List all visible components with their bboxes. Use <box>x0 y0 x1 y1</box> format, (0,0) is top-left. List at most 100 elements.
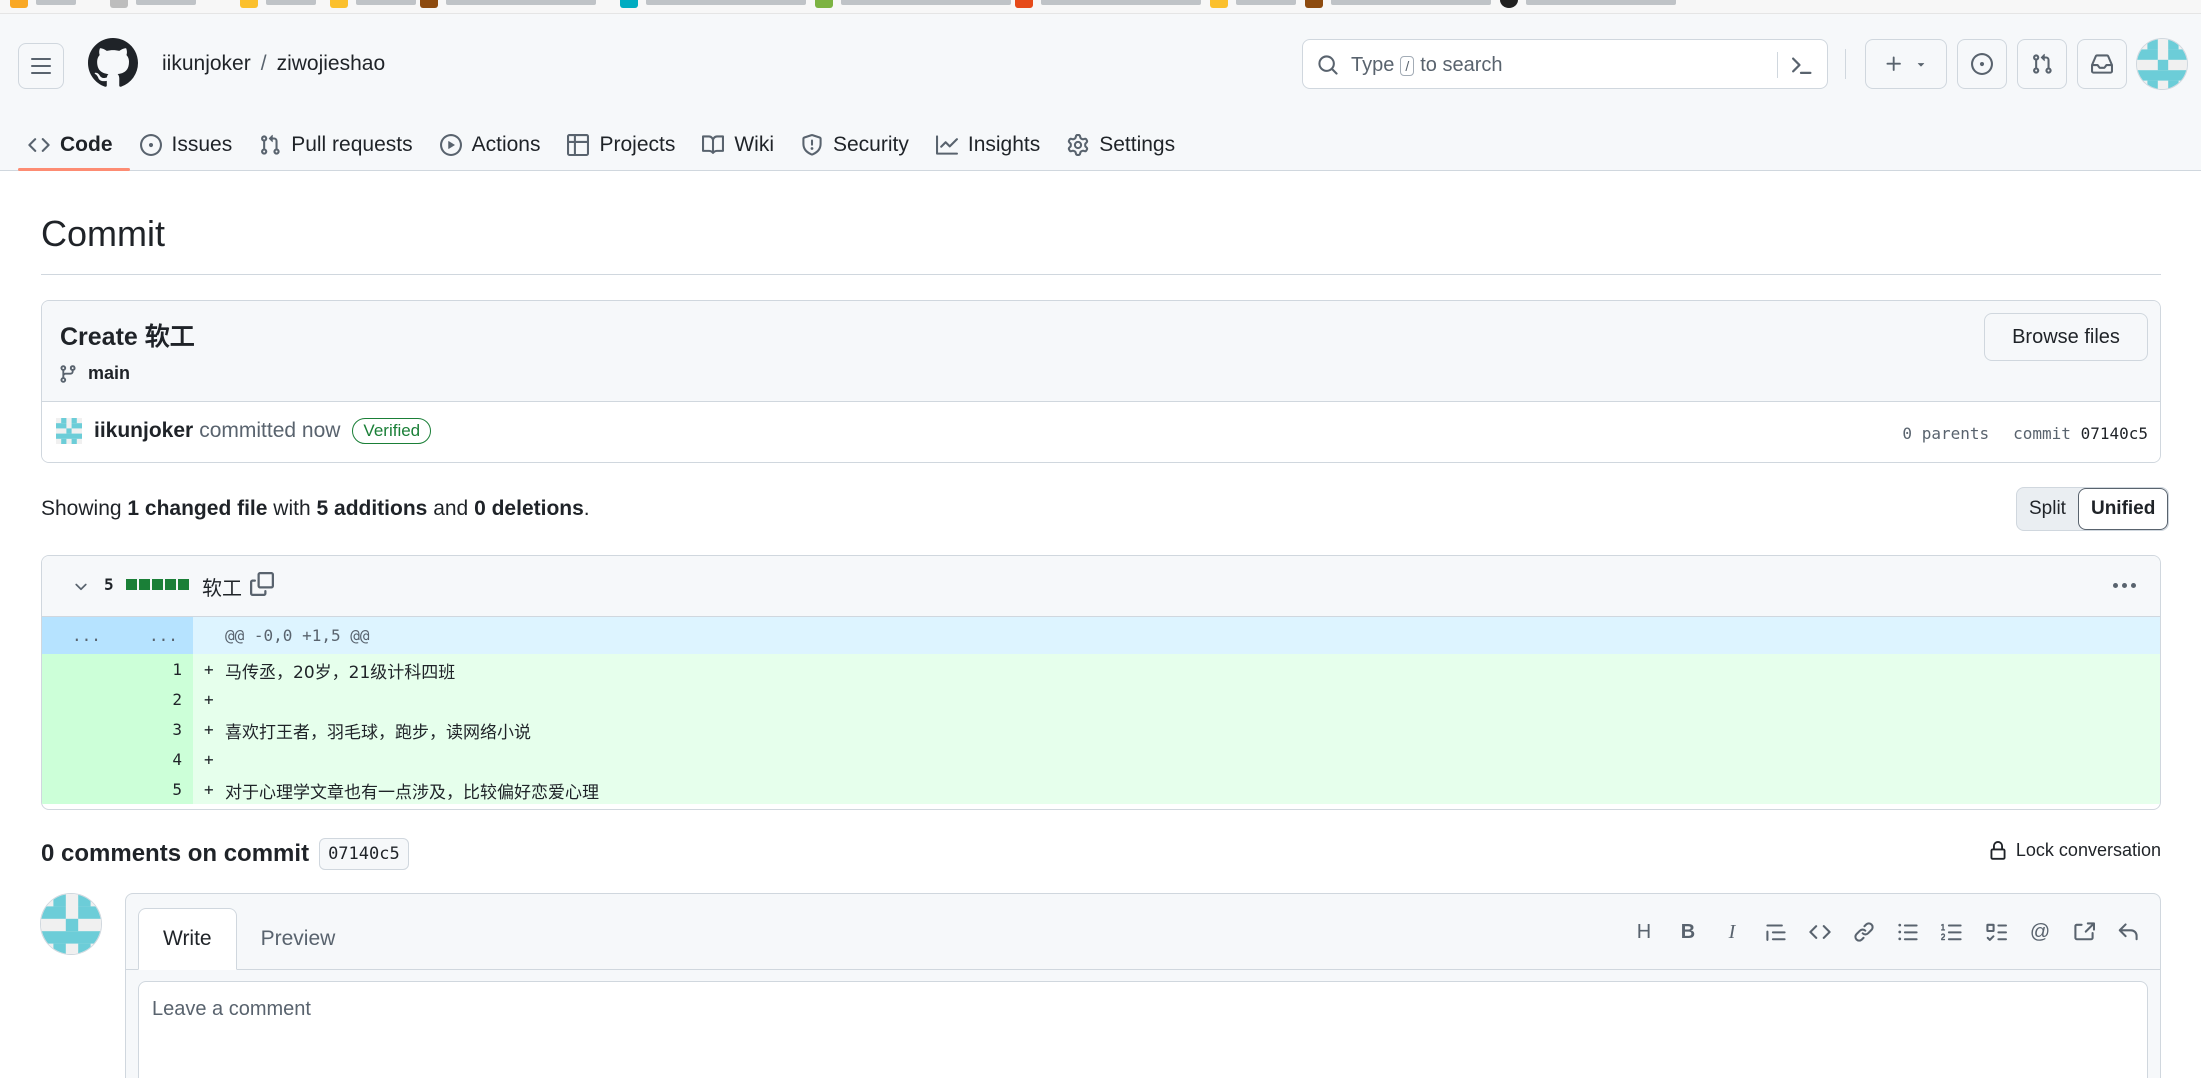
lock-label: Lock conversation <box>2015 840 2161 860</box>
tab-write[interactable]: Write <box>138 908 237 970</box>
composer-divider <box>126 969 2160 970</box>
line-number[interactable]: 1 <box>132 660 182 679</box>
ordered-list-icon[interactable] <box>1940 920 1964 944</box>
comments-heading: 0 comments on commit 07140c5 <box>41 838 409 870</box>
bookmark-item[interactable] <box>620 0 806 8</box>
branch-name: main <box>88 363 131 383</box>
tab-label: Insights <box>967 132 1041 156</box>
tab-preview[interactable]: Preview <box>237 908 360 970</box>
file-name[interactable]: 软工 <box>202 572 242 601</box>
diff-line: 4 + <box>42 744 2160 774</box>
mention-icon[interactable]: @ <box>2028 920 2052 944</box>
verified-badge[interactable]: Verified <box>352 418 432 444</box>
tab-label: Issues <box>171 132 233 156</box>
line-number[interactable]: 2 <box>132 690 182 709</box>
comments-title: 0 comments on commit <box>41 840 310 867</box>
tab-projects[interactable]: Projects <box>557 118 692 171</box>
repo-name-link[interactable]: ziwojieshao <box>277 52 386 76</box>
repo-header: iikunjoker / ziwojieshao Type / to searc… <box>0 14 2201 171</box>
hunk-text: @@ -0,0 +1,5 @@ <box>225 626 370 645</box>
bookmark-item[interactable] <box>240 0 316 8</box>
line-code: 马传丞，20岁，21级计科四班 <box>225 663 456 683</box>
commit-message: Create 软工 <box>60 323 195 351</box>
command-palette-icon[interactable] <box>1789 53 1813 77</box>
link-icon[interactable] <box>1852 920 1876 944</box>
bold-icon[interactable]: B <box>1676 920 1700 944</box>
comment-placeholder: Leave a comment <box>152 998 311 1020</box>
bookmark-item[interactable] <box>815 0 1011 8</box>
commenter-avatar[interactable] <box>40 893 102 955</box>
bookmark-item[interactable] <box>1305 0 1491 8</box>
cross-reference-icon[interactable] <box>2072 920 2096 944</box>
author-avatar[interactable] <box>56 418 82 444</box>
line-number[interactable]: 5 <box>132 780 182 799</box>
lock-icon <box>1990 840 2006 860</box>
lock-conversation-button[interactable]: Lock conversation <box>1988 840 2161 861</box>
gear-icon <box>1068 133 1089 156</box>
issue-opened-icon <box>139 133 162 156</box>
tab-insights[interactable]: Insights <box>926 118 1057 171</box>
tab-pull-requests[interactable]: Pull requests <box>249 118 429 171</box>
triangle-down-icon <box>1917 63 1925 67</box>
git-pull-request-icon <box>2033 53 2052 74</box>
tab-security[interactable]: Security <box>791 118 926 171</box>
search-placeholder: Type / to search <box>1351 54 1503 77</box>
breadcrumb-separator: / <box>260 52 267 75</box>
line-number[interactable]: 4 <box>132 750 182 769</box>
menu-button[interactable] <box>18 43 64 89</box>
browse-files-button[interactable]: Browse files <box>1984 313 2148 361</box>
create-new-button[interactable] <box>1865 39 1947 89</box>
hunk-expand-left[interactable]: ... <box>72 626 101 645</box>
bookmark-item[interactable] <box>330 0 416 8</box>
bookmark-item[interactable] <box>110 0 196 8</box>
tab-actions[interactable]: Actions <box>430 118 558 171</box>
bookmark-item[interactable] <box>420 0 596 8</box>
pull-requests-button[interactable] <box>2017 39 2067 89</box>
tab-settings[interactable]: Settings <box>1057 118 1192 171</box>
chevron-down-icon[interactable] <box>72 578 90 596</box>
tab-issues[interactable]: Issues <box>130 118 250 171</box>
comment-textarea[interactable]: Leave a comment <box>138 981 2148 1078</box>
search-divider <box>1777 52 1778 78</box>
diff-view-toggle: Split Unified <box>2016 487 2170 531</box>
tab-code[interactable]: Code <box>18 118 130 171</box>
diff-stat-count: 5 <box>104 575 114 594</box>
issues-button[interactable] <box>1957 39 2007 89</box>
repo-owner-link[interactable]: iikunjoker <box>162 52 251 76</box>
branch-label[interactable]: main <box>58 363 130 384</box>
inbox-button[interactable] <box>2077 39 2127 89</box>
hunk-header: ... ... @@ -0,0 +1,5 @@ <box>42 617 2160 654</box>
split-view-button[interactable]: Split <box>2017 488 2078 530</box>
search-input[interactable]: Type / to search <box>1302 39 1828 89</box>
bookmark-item[interactable] <box>1500 0 1676 8</box>
user-avatar[interactable] <box>2136 38 2188 90</box>
italic-icon[interactable]: I <box>1720 920 1744 944</box>
bookmark-item[interactable] <box>10 0 76 8</box>
task-list-icon[interactable] <box>1984 920 2008 944</box>
kebab-menu-icon[interactable] <box>2113 583 2136 588</box>
github-logo-icon[interactable] <box>88 38 138 88</box>
diff-line: 3 + 喜欢打王者，羽毛球，跑步，读网络小说 <box>42 714 2160 744</box>
author-link[interactable]: iikunjoker <box>94 419 193 443</box>
line-number[interactable]: 3 <box>132 720 182 739</box>
comments-commit-sha: 07140c5 <box>319 838 409 870</box>
line-sign: + <box>204 720 214 739</box>
line-sign: + <box>204 750 214 769</box>
line-code: 喜欢打王者，羽毛球，跑步，读网络小说 <box>225 723 531 743</box>
diff-summary: Showing 1 changed file with 5 additions … <box>41 497 590 521</box>
bookmark-item[interactable] <box>1210 0 1296 8</box>
hunk-expand-right[interactable]: ... <box>149 626 178 645</box>
unordered-list-icon[interactable] <box>1896 920 1920 944</box>
unified-view-button[interactable]: Unified <box>2077 488 2169 530</box>
summary-deletions: 0 deletions <box>474 497 584 520</box>
search-prefix: Type <box>1351 54 1395 76</box>
tab-wiki[interactable]: Wiki <box>692 118 791 171</box>
quote-icon[interactable] <box>1764 920 1788 944</box>
git-pull-request-icon <box>261 134 280 155</box>
copy-icon[interactable] <box>250 572 274 596</box>
code-icon[interactable] <box>1808 920 1832 944</box>
reply-icon[interactable] <box>2116 920 2140 944</box>
heading-icon[interactable]: H <box>1632 920 1656 944</box>
summary-additions: 5 additions <box>316 497 428 520</box>
bookmark-item[interactable] <box>1015 0 1201 8</box>
